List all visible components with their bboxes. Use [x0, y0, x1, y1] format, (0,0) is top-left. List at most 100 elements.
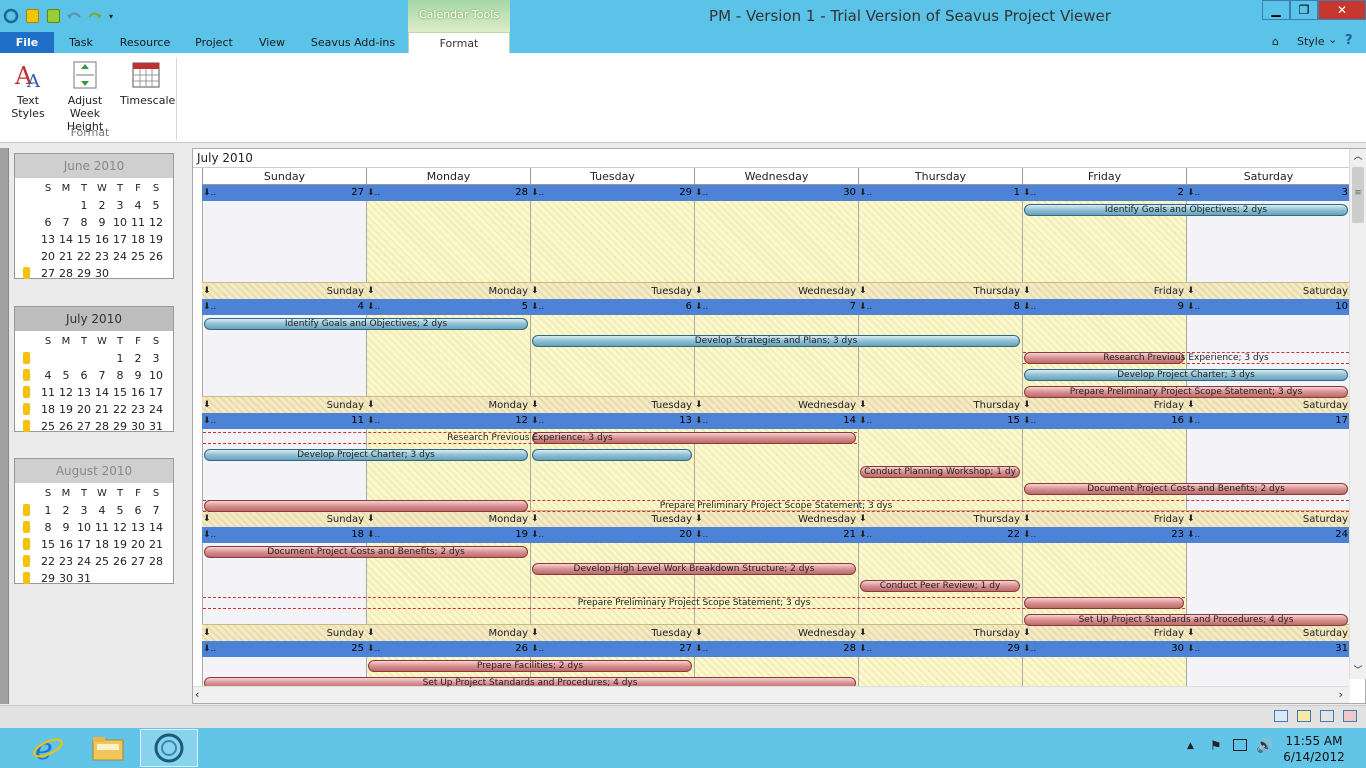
tab-project[interactable]: Project	[184, 32, 244, 53]
mini-calendar-day[interactable]: 23	[57, 553, 75, 570]
mini-calendar-day[interactable]: 5	[57, 367, 75, 384]
mini-calendar-day[interactable]: 14	[57, 231, 75, 248]
mini-calendar-title[interactable]: August 2010	[15, 459, 173, 483]
mini-calendar-day[interactable]: 15	[75, 231, 93, 248]
timescale-button[interactable]: Timescale	[120, 60, 175, 107]
mini-calendar-title[interactable]: June 2010	[15, 154, 173, 178]
mini-calendar-day[interactable]: 20	[39, 248, 57, 265]
mini-calendar-day[interactable]: 10	[111, 214, 129, 231]
mini-calendar-day[interactable]: 3	[147, 350, 165, 367]
mini-calendar-day[interactable]: 30	[129, 418, 147, 435]
mini-calendar-day[interactable]: 10	[75, 519, 93, 536]
mini-calendar-day[interactable]: 22	[111, 401, 129, 418]
mini-calendar-day[interactable]: 6	[129, 502, 147, 519]
mini-calendar-day[interactable]: 17	[111, 231, 129, 248]
mini-calendar-day[interactable]: 30	[57, 570, 75, 587]
open-file-icon[interactable]	[23, 7, 41, 25]
mini-calendar-day[interactable]: 15	[39, 536, 57, 553]
tab-file[interactable]: File	[0, 32, 54, 53]
action-center-flag-icon[interactable]: ⚑	[1210, 739, 1222, 754]
mini-calendar-day[interactable]: 4	[39, 367, 57, 384]
team-planner-shortcut-icon[interactable]	[1320, 710, 1334, 722]
undo-icon[interactable]	[65, 7, 83, 25]
mini-calendar-day[interactable]: 23	[93, 248, 111, 265]
mini-calendar-day[interactable]: 7	[57, 214, 75, 231]
mini-calendar-day[interactable]: 24	[75, 553, 93, 570]
mini-calendar-day[interactable]: 20	[75, 401, 93, 418]
mini-calendar-day[interactable]: 1	[39, 502, 57, 519]
mini-calendar-day[interactable]: 9	[129, 367, 147, 384]
tab-task[interactable]: Task	[56, 32, 106, 53]
mini-calendar-day[interactable]: 29	[39, 570, 57, 587]
mini-calendar-day[interactable]: 13	[75, 384, 93, 401]
scroll-down-icon[interactable]: ﹀	[1350, 663, 1366, 679]
redo-icon[interactable]	[86, 7, 104, 25]
home-icon[interactable]: ⌂	[1272, 35, 1279, 48]
tab-seavus-add-ins[interactable]: Seavus Add-ins	[300, 32, 406, 53]
customize-toolbar-icon[interactable]: ▾	[107, 7, 115, 25]
mini-calendar-day[interactable]: 8	[75, 214, 93, 231]
mini-calendar-day[interactable]: 27	[39, 265, 57, 282]
mini-calendar-day[interactable]: 22	[75, 248, 93, 265]
mini-calendar-day[interactable]: 27	[75, 418, 93, 435]
mini-calendar-day[interactable]: 17	[75, 536, 93, 553]
mini-calendar-day[interactable]: 2	[57, 502, 75, 519]
text-styles-button[interactable]: AA Text Styles	[6, 60, 50, 120]
mini-calendar-day[interactable]: 9	[57, 519, 75, 536]
mini-calendar-day[interactable]: 24	[147, 401, 165, 418]
style-dropdown-icon[interactable]: ⌄	[1328, 33, 1337, 46]
mini-calendar-day[interactable]: 14	[93, 384, 111, 401]
internet-explorer-icon[interactable]: e	[20, 729, 76, 767]
mini-calendar-day[interactable]: 6	[39, 214, 57, 231]
mini-calendar-day[interactable]: 26	[147, 248, 165, 265]
mini-calendar-day[interactable]: 10	[147, 367, 165, 384]
app-logo-icon[interactable]	[2, 7, 20, 25]
scroll-right-icon[interactable]: ›	[1339, 687, 1343, 703]
mini-calendar-day[interactable]: 12	[57, 384, 75, 401]
mini-calendar-day[interactable]: 21	[147, 536, 165, 553]
mini-calendar-day[interactable]: 21	[57, 248, 75, 265]
mini-calendar-day[interactable]: 20	[129, 536, 147, 553]
mini-calendar-day[interactable]: 28	[57, 265, 75, 282]
file-explorer-icon[interactable]	[80, 729, 136, 767]
mini-calendar-day[interactable]: 15	[111, 384, 129, 401]
mini-calendar-day[interactable]: 13	[129, 519, 147, 536]
mini-calendar-day[interactable]: 25	[129, 248, 147, 265]
resource-sheet-shortcut-icon[interactable]	[1343, 710, 1357, 722]
mini-calendar-day[interactable]: 16	[129, 384, 147, 401]
mini-calendar-day[interactable]: 29	[111, 418, 129, 435]
mini-calendar-day[interactable]: 24	[111, 248, 129, 265]
tab-resource[interactable]: Resource	[108, 32, 182, 53]
mini-calendar-day[interactable]: 26	[111, 553, 129, 570]
mini-calendar-day[interactable]: 18	[39, 401, 57, 418]
gantt-view-shortcut-icon[interactable]	[1274, 710, 1288, 722]
mini-calendar-day[interactable]: 4	[93, 502, 111, 519]
mini-calendar-day[interactable]: 28	[147, 553, 165, 570]
task-usage-shortcut-icon[interactable]	[1297, 710, 1311, 722]
mini-calendar-day[interactable]: 12	[111, 519, 129, 536]
mini-calendar-day[interactable]: 4	[129, 197, 147, 214]
mini-calendar-day[interactable]: 19	[111, 536, 129, 553]
save-icon[interactable]	[44, 7, 62, 25]
mini-calendar-day[interactable]: 1	[75, 197, 93, 214]
mini-calendar-day[interactable]: 11	[93, 519, 111, 536]
scroll-up-icon[interactable]: ︿	[1350, 149, 1366, 165]
task-bar-segment[interactable]	[532, 449, 692, 461]
close-button[interactable]: ✕	[1318, 0, 1366, 20]
system-clock[interactable]: 11:55 AM 6/14/2012	[1274, 733, 1354, 765]
vertical-scroll-thumb[interactable]: ≡	[1352, 167, 1364, 223]
mini-calendar-day[interactable]: 5	[111, 502, 129, 519]
mini-calendar-day[interactable]: 23	[129, 401, 147, 418]
mini-calendar-day[interactable]: 16	[57, 536, 75, 553]
mini-calendar-day[interactable]: 7	[93, 367, 111, 384]
adjust-week-height-button[interactable]: Adjust Week Height	[52, 60, 118, 133]
mini-calendar-day[interactable]: 29	[75, 265, 93, 282]
view-bar[interactable]	[0, 148, 9, 704]
style-menu[interactable]: Style	[1297, 35, 1325, 48]
mini-calendar-day[interactable]: 17	[147, 384, 165, 401]
mini-calendar-day[interactable]: 6	[75, 367, 93, 384]
scroll-left-icon[interactable]: ‹	[195, 687, 199, 703]
restore-button[interactable]: ❐	[1290, 0, 1318, 20]
mini-calendar-day[interactable]: 21	[93, 401, 111, 418]
mini-calendar-day[interactable]: 31	[75, 570, 93, 587]
